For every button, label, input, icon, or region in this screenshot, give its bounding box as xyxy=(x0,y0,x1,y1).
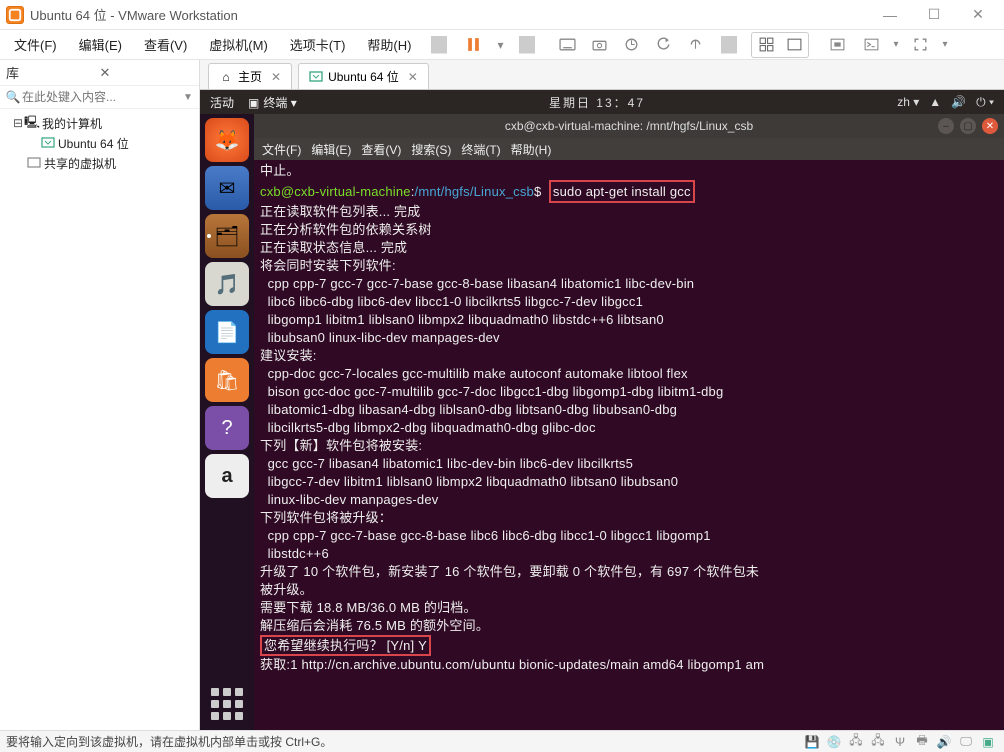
clock[interactable]: 星期日 13：47 xyxy=(297,94,898,111)
vm-tab-icon xyxy=(309,70,323,84)
status-more-icon[interactable]: ▣ xyxy=(978,734,998,750)
status-display-icon[interactable]: 🖵 xyxy=(956,734,976,750)
fullscreen-icon[interactable] xyxy=(908,33,932,57)
network-icon[interactable]: ▲ xyxy=(929,95,941,109)
term-min-button[interactable]: – xyxy=(938,118,954,134)
search-icon: 🔍 xyxy=(4,90,22,104)
dropdown-icon[interactable]: ▾ xyxy=(495,33,505,57)
single-view-icon[interactable] xyxy=(781,34,807,56)
dock-apps-grid[interactable] xyxy=(207,684,247,724)
sidebar-close-button[interactable]: ✕ xyxy=(96,65,194,81)
vm-display[interactable]: 活动 ▣终端 ▾ 星期日 13：47 zh ▾ ▲ 🔊 ⏻ ▾ 🦊 ✉ 🗂 🎵 … xyxy=(200,90,1004,730)
search-input[interactable] xyxy=(22,90,183,104)
view-mode-group xyxy=(751,32,809,58)
close-button[interactable]: ✕ xyxy=(958,1,998,29)
tree-item-ubuntu[interactable]: Ubuntu 64 位 xyxy=(4,133,197,153)
dock-firefox[interactable]: 🦊 xyxy=(205,118,249,162)
status-sound-icon[interactable]: 🔊 xyxy=(934,734,954,750)
sidebar-tree: ⊟ 🖳 我的计算机 Ubuntu 64 位 共享的虚拟机 xyxy=(0,109,199,177)
minimize-button[interactable]: — xyxy=(870,1,910,29)
status-printer-icon[interactable]: 🖶 xyxy=(912,734,932,750)
status-usb-icon[interactable]: Ψ xyxy=(890,734,910,750)
tabs: ⌂ 主页 ✕ Ubuntu 64 位 ✕ xyxy=(200,60,1004,90)
tab-vm[interactable]: Ubuntu 64 位 ✕ xyxy=(298,63,429,89)
home-icon: ⌂ xyxy=(219,70,233,84)
menu-edit[interactable]: 编辑(E) xyxy=(73,31,128,58)
shared-icon xyxy=(26,156,42,170)
term-menu-file[interactable]: 文件(F) xyxy=(262,141,301,158)
highlighted-command: sudo apt-get install gcc xyxy=(549,180,695,203)
gnome-topbar: 活动 ▣终端 ▾ 星期日 13：47 zh ▾ ▲ 🔊 ⏻ ▾ xyxy=(200,90,1004,114)
dock-amazon[interactable]: a xyxy=(205,454,249,498)
terminal-topbar-label[interactable]: ▣终端 ▾ xyxy=(248,94,297,111)
snapshot-icon[interactable] xyxy=(587,33,611,57)
computer-icon: 🖳 xyxy=(24,116,40,130)
tree-root[interactable]: ⊟ 🖳 我的计算机 xyxy=(4,113,197,133)
volume-icon[interactable]: 🔊 xyxy=(951,95,966,109)
dock-rhythmbox[interactable]: 🎵 xyxy=(205,262,249,306)
dock-thunderbird[interactable]: ✉ xyxy=(205,166,249,210)
dock-help[interactable]: ? xyxy=(205,406,249,450)
tab-home-close[interactable]: ✕ xyxy=(271,70,281,84)
console-icon[interactable] xyxy=(859,33,883,57)
status-net2-icon[interactable]: 🖧 xyxy=(868,734,888,750)
statusbar: 要将输入定向到该虚拟机，请在虚拟机内部单击或按 Ctrl+G。 💾 💿 🖧 🖧 … xyxy=(0,730,1004,752)
sidebar-search[interactable]: 🔍 ▼ xyxy=(0,86,199,109)
term-menu-term[interactable]: 终端(T) xyxy=(461,141,500,158)
tree-item-shared[interactable]: 共享的虚拟机 xyxy=(4,153,197,173)
terminal-menubar: 文件(F) 编辑(E) 查看(V) 搜索(S) 终端(T) 帮助(H) xyxy=(254,138,1004,160)
vmware-icon xyxy=(6,6,24,24)
term-menu-help[interactable]: 帮助(H) xyxy=(511,141,552,158)
term-menu-view[interactable]: 查看(V) xyxy=(361,141,401,158)
highlighted-confirm: 您希望继续执行吗？ [Y/n] Y xyxy=(260,635,431,656)
dock-files[interactable]: 🗂 xyxy=(205,214,249,258)
vm-icon xyxy=(40,136,56,150)
unity-icon[interactable] xyxy=(825,33,849,57)
terminal-titlebar[interactable]: cxb@cxb-virtual-machine: /mnt/hgfs/Linux… xyxy=(254,114,1004,138)
terminal-window: cxb@cxb-virtual-machine: /mnt/hgfs/Linux… xyxy=(254,114,1004,730)
dock-software[interactable]: 🛍 xyxy=(205,358,249,402)
menu-tabs[interactable]: 选项卡(T) xyxy=(284,31,352,58)
search-dropdown-icon[interactable]: ▼ xyxy=(183,92,195,103)
thumb-view-icon[interactable] xyxy=(753,34,779,56)
term-close-button[interactable]: ✕ xyxy=(982,118,998,134)
status-disk-icon[interactable]: 💾 xyxy=(802,734,822,750)
dock: 🦊 ✉ 🗂 🎵 📄 🛍 ? a xyxy=(200,114,254,730)
sidebar: 库 ✕ 🔍 ▼ ⊟ 🖳 我的计算机 Ubuntu 64 位 xyxy=(0,60,200,730)
lang-indicator[interactable]: zh ▾ xyxy=(897,95,919,109)
term-menu-search[interactable]: 搜索(S) xyxy=(411,141,451,158)
dock-writer[interactable]: 📄 xyxy=(205,310,249,354)
menubar: 文件(F) 编辑(E) 查看(V) 虚拟机(M) 选项卡(T) 帮助(H) ▾ … xyxy=(0,30,1004,60)
send-keys-icon[interactable] xyxy=(555,33,579,57)
dropdown2-icon[interactable]: ▾ xyxy=(893,39,898,50)
menu-file[interactable]: 文件(F) xyxy=(8,31,63,58)
menu-help[interactable]: 帮助(H) xyxy=(361,31,417,58)
status-net1-icon[interactable]: 🖧 xyxy=(846,734,866,750)
maximize-button[interactable]: ☐ xyxy=(914,1,954,29)
status-cd-icon[interactable]: 💿 xyxy=(824,734,844,750)
menu-vm[interactable]: 虚拟机(M) xyxy=(203,31,274,58)
snapshot-manager-icon[interactable] xyxy=(619,33,643,57)
activities-button[interactable]: 活动 xyxy=(210,94,234,111)
window-title: Ubuntu 64 位 - VMware Workstation xyxy=(30,5,870,24)
term-menu-edit[interactable]: 编辑(E) xyxy=(311,141,351,158)
tab-home[interactable]: ⌂ 主页 ✕ xyxy=(208,63,292,89)
statusbar-text: 要将输入定向到该虚拟机，请在虚拟机内部单击或按 Ctrl+G。 xyxy=(6,733,332,750)
settings-icon[interactable] xyxy=(683,33,707,57)
sidebar-title: 库 xyxy=(6,63,96,82)
revert-icon[interactable] xyxy=(651,33,675,57)
power-icon[interactable]: ⏻ ▾ xyxy=(976,95,994,110)
dropdown3-icon[interactable]: ▾ xyxy=(942,39,947,50)
pause-icon[interactable] xyxy=(461,33,485,57)
term-max-button[interactable]: ▢ xyxy=(960,118,976,134)
menu-view[interactable]: 查看(V) xyxy=(138,31,193,58)
titlebar: Ubuntu 64 位 - VMware Workstation — ☐ ✕ xyxy=(0,0,1004,30)
tab-vm-close[interactable]: ✕ xyxy=(408,70,418,84)
terminal-body[interactable]: 中止。 cxb@cxb-virtual-machine:/mnt/hgfs/Li… xyxy=(254,160,1004,730)
